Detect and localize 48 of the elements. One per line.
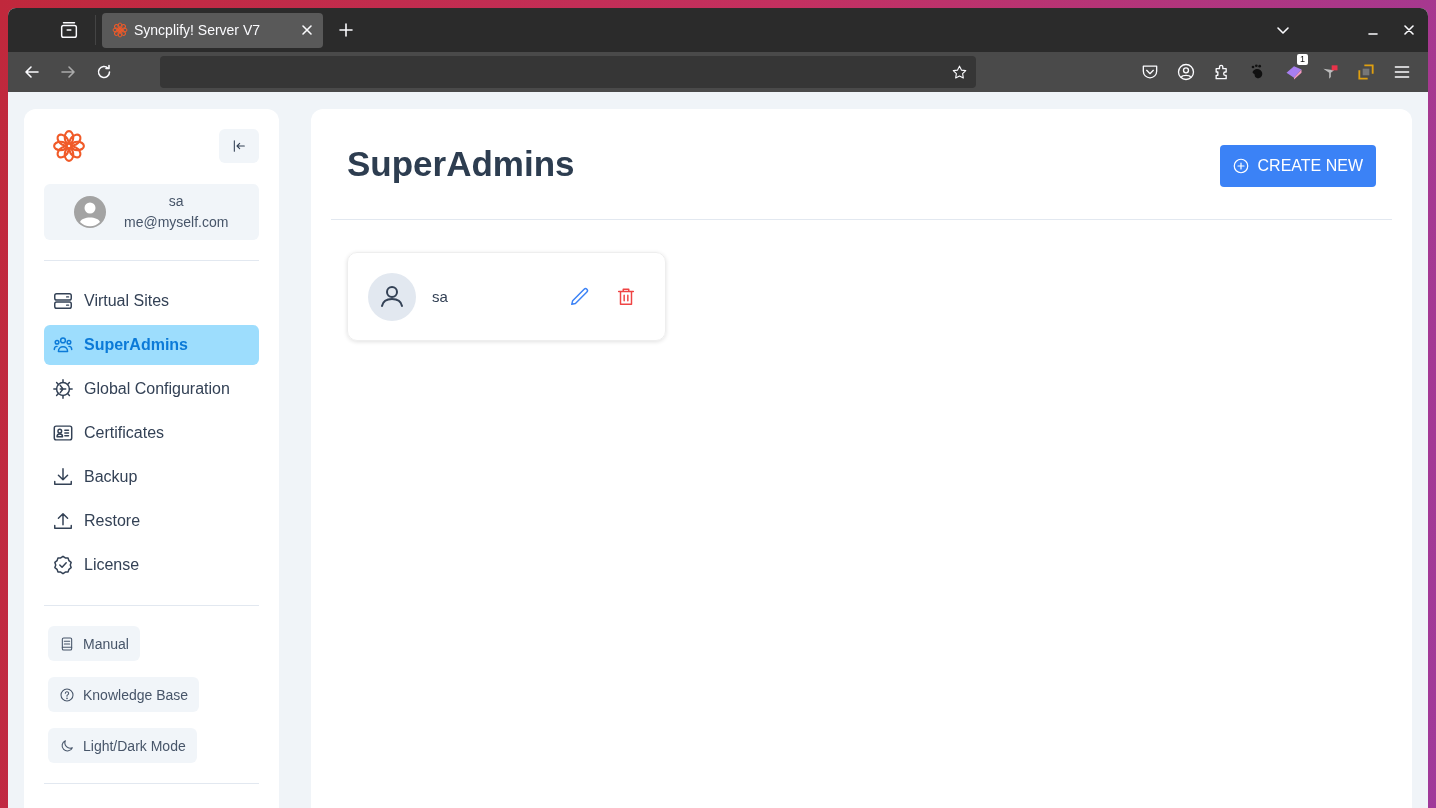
edit-button[interactable] [569, 285, 591, 308]
sidebar-link-button[interactable]: Manual [48, 626, 140, 661]
address-field[interactable] [160, 56, 976, 88]
check-badge-icon [52, 554, 74, 576]
reload-icon[interactable] [96, 64, 112, 80]
collapse-button[interactable] [219, 129, 259, 163]
moon-icon [59, 737, 75, 754]
help-icon [59, 686, 75, 703]
nav-item[interactable]: Certificates [44, 413, 259, 453]
server-icon [52, 290, 74, 312]
close-icon[interactable] [301, 24, 313, 36]
nav-item[interactable]: Restore [44, 501, 259, 541]
admin-name: sa [432, 288, 449, 305]
page-title: SuperAdmins [347, 144, 575, 184]
user-avatar-icon [368, 272, 416, 321]
upload-icon [52, 510, 74, 532]
nav-item[interactable]: License [44, 545, 259, 585]
pencil-icon [569, 285, 591, 308]
account-icon[interactable] [1176, 62, 1196, 82]
nav-item[interactable]: Virtual Sites [44, 281, 259, 321]
overlap-squares-icon[interactable] [1356, 62, 1376, 82]
plus-circle-icon [1231, 157, 1250, 175]
trash-icon [615, 285, 637, 308]
flower-logo-icon [52, 129, 86, 163]
notification-badge: 1 [1297, 54, 1308, 65]
book-icon [59, 635, 75, 652]
sidebar-link-button[interactable]: Knowledge Base [48, 677, 200, 712]
nav-item[interactable]: Global Configuration [44, 369, 259, 409]
browser-tab[interactable]: Syncplify! Server V7 [102, 12, 323, 48]
star-icon[interactable] [951, 63, 968, 81]
sidebar-link-button[interactable]: Light/Dark Mode [48, 728, 197, 763]
flower-icon [112, 22, 128, 38]
collapse-icon [231, 138, 247, 154]
close-icon[interactable] [1404, 25, 1414, 35]
tab-list-icon[interactable] [58, 19, 80, 41]
create-new-button[interactable]: CREATE NEW [1219, 145, 1376, 187]
new-tab-icon[interactable] [339, 23, 353, 37]
tab-title: Syncplify! Server V7 [134, 22, 262, 38]
download-icon [52, 466, 74, 488]
back-arrow-icon[interactable] [24, 64, 40, 80]
user-name: sa [168, 192, 184, 211]
avatar-icon [74, 196, 106, 228]
delete-button[interactable] [615, 285, 637, 308]
nav-item[interactable]: Backup [44, 457, 259, 497]
forward-arrow-icon[interactable] [60, 64, 76, 80]
user-email: me@myself.com [124, 213, 229, 232]
id-card-icon [52, 422, 74, 444]
gear-icon [52, 378, 74, 400]
